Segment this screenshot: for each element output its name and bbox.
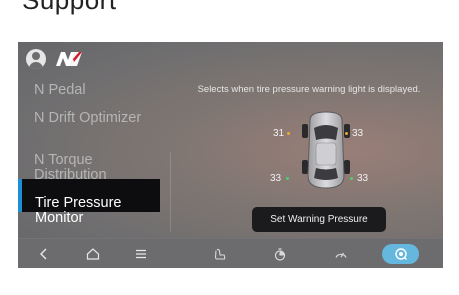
sidebar-item-n-pedal[interactable]: N Pedal: [18, 82, 160, 98]
screen-header: [18, 42, 443, 74]
infotainment-screen: N Pedal N Drift Optimizer N Torque Distr…: [18, 42, 443, 268]
seat-button[interactable]: [209, 239, 231, 268]
home-icon: [86, 248, 100, 260]
tire-pressure-rear-left: 33: [270, 173, 282, 184]
tire-settings-icon: [394, 248, 407, 260]
stopwatch-button[interactable]: [269, 239, 291, 268]
speedometer-icon: [335, 252, 347, 258]
profile-avatar-icon[interactable]: [26, 49, 46, 69]
tire-status-dot-rear-right: [350, 177, 353, 180]
top-cropped-heading: Support: [0, 0, 459, 28]
car-top-view-icon: [302, 111, 350, 189]
speedometer-button[interactable]: [330, 239, 352, 268]
sidebar-item-tire-pressure-monitor[interactable]: Tire Pressure Monitor: [18, 179, 160, 226]
tire-status-dot-front-right: [345, 132, 348, 135]
tire-status-dot-rear-left: [286, 177, 289, 180]
bottom-page-margin: [0, 268, 459, 295]
menu-icon: [136, 249, 146, 259]
n-brand-logo-icon: [56, 52, 82, 66]
home-button[interactable]: [82, 239, 104, 268]
bottom-navigation-bar: [18, 238, 443, 268]
menu-button[interactable]: [130, 239, 152, 268]
sidebar-item-label: N Drift Optimizer: [34, 110, 142, 126]
tire-status-dot-front-left: [287, 132, 290, 135]
tire-settings-button[interactable]: [382, 244, 419, 264]
sidebar-item-label: N Pedal: [34, 82, 86, 98]
description-text: Selects when tire pressure warning light…: [197, 84, 421, 95]
seat-icon: [214, 248, 226, 260]
top-cropped-text: Support: [22, 0, 117, 15]
back-button[interactable]: [34, 239, 54, 268]
tire-pressure-front-right: 33: [352, 128, 364, 139]
stopwatch-icon: [274, 247, 286, 261]
sidebar-item-n-drift-optimizer[interactable]: N Drift Optimizer: [18, 110, 160, 126]
back-icon: [40, 248, 47, 260]
tire-pressure-rear-right: 33: [357, 173, 369, 184]
sidebar-item-n-torque-distribution[interactable]: N Torque Distribution: [18, 138, 160, 183]
tire-pressure-front-left: 31: [273, 128, 285, 139]
sidebar-divider: [170, 152, 171, 232]
sidebar-item-label: Tire Pressure Monitor: [35, 195, 122, 226]
set-warning-pressure-button[interactable]: Set Warning Pressure: [252, 207, 386, 232]
